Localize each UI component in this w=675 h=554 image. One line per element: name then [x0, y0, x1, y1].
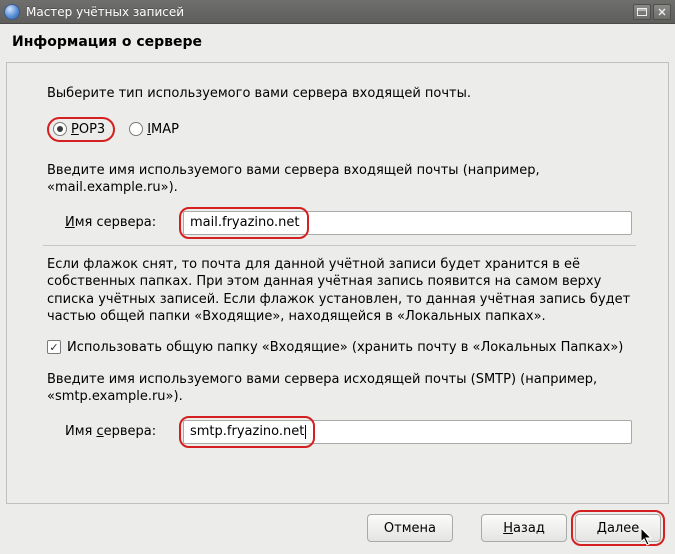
cancel-button[interactable]: Отмена: [367, 514, 453, 542]
incoming-server-input[interactable]: [183, 211, 632, 235]
close-button[interactable]: [653, 4, 671, 20]
server-type-radio-row: POP3 IMAP: [47, 117, 632, 142]
use-global-inbox-row[interactable]: Использовать общую папку «Входящие» (хра…: [47, 340, 632, 355]
use-global-inbox-label: Использовать общую папку «Входящие» (хра…: [67, 340, 623, 355]
incoming-help: Введите имя используемого вами сервера в…: [47, 162, 632, 197]
button-bar: Отмена Назад Далее: [0, 504, 675, 554]
content-pane: Выберите тип используемого вами сервера …: [6, 62, 669, 504]
separator: [43, 245, 636, 246]
radio-dot-icon: [129, 122, 143, 136]
radio-pop3[interactable]: POP3: [47, 117, 115, 142]
title-bar: Мастер учётных записей: [0, 0, 675, 24]
window-title: Мастер учётных записей: [26, 5, 631, 19]
outgoing-server-label: Имя сервера:: [65, 424, 165, 439]
next-button[interactable]: Далее: [575, 514, 661, 542]
back-button[interactable]: Назад: [481, 514, 567, 542]
inbox-note: Если флажок снят, то почта для данной уч…: [47, 256, 632, 326]
outgoing-help: Введите имя используемого вами сервера и…: [47, 371, 632, 406]
radio-dot-icon: [53, 122, 67, 136]
intro-text: Выберите тип используемого вами сервера …: [47, 85, 632, 103]
maximize-button[interactable]: [633, 4, 651, 20]
outgoing-server-input[interactable]: smtp.fryazino.net: [183, 420, 632, 444]
incoming-server-row: Имя сервера:: [47, 211, 632, 235]
radio-imap[interactable]: IMAP: [125, 119, 187, 140]
checkbox-icon: [47, 340, 61, 354]
app-icon: [4, 4, 20, 20]
window-body: Информация о сервере Выберите тип исполь…: [0, 24, 675, 554]
incoming-server-label: Имя сервера:: [65, 215, 165, 230]
outgoing-server-row: Имя сервера: smtp.fryazino.net: [47, 420, 632, 444]
page-heading: Информация о сервере: [0, 24, 675, 62]
